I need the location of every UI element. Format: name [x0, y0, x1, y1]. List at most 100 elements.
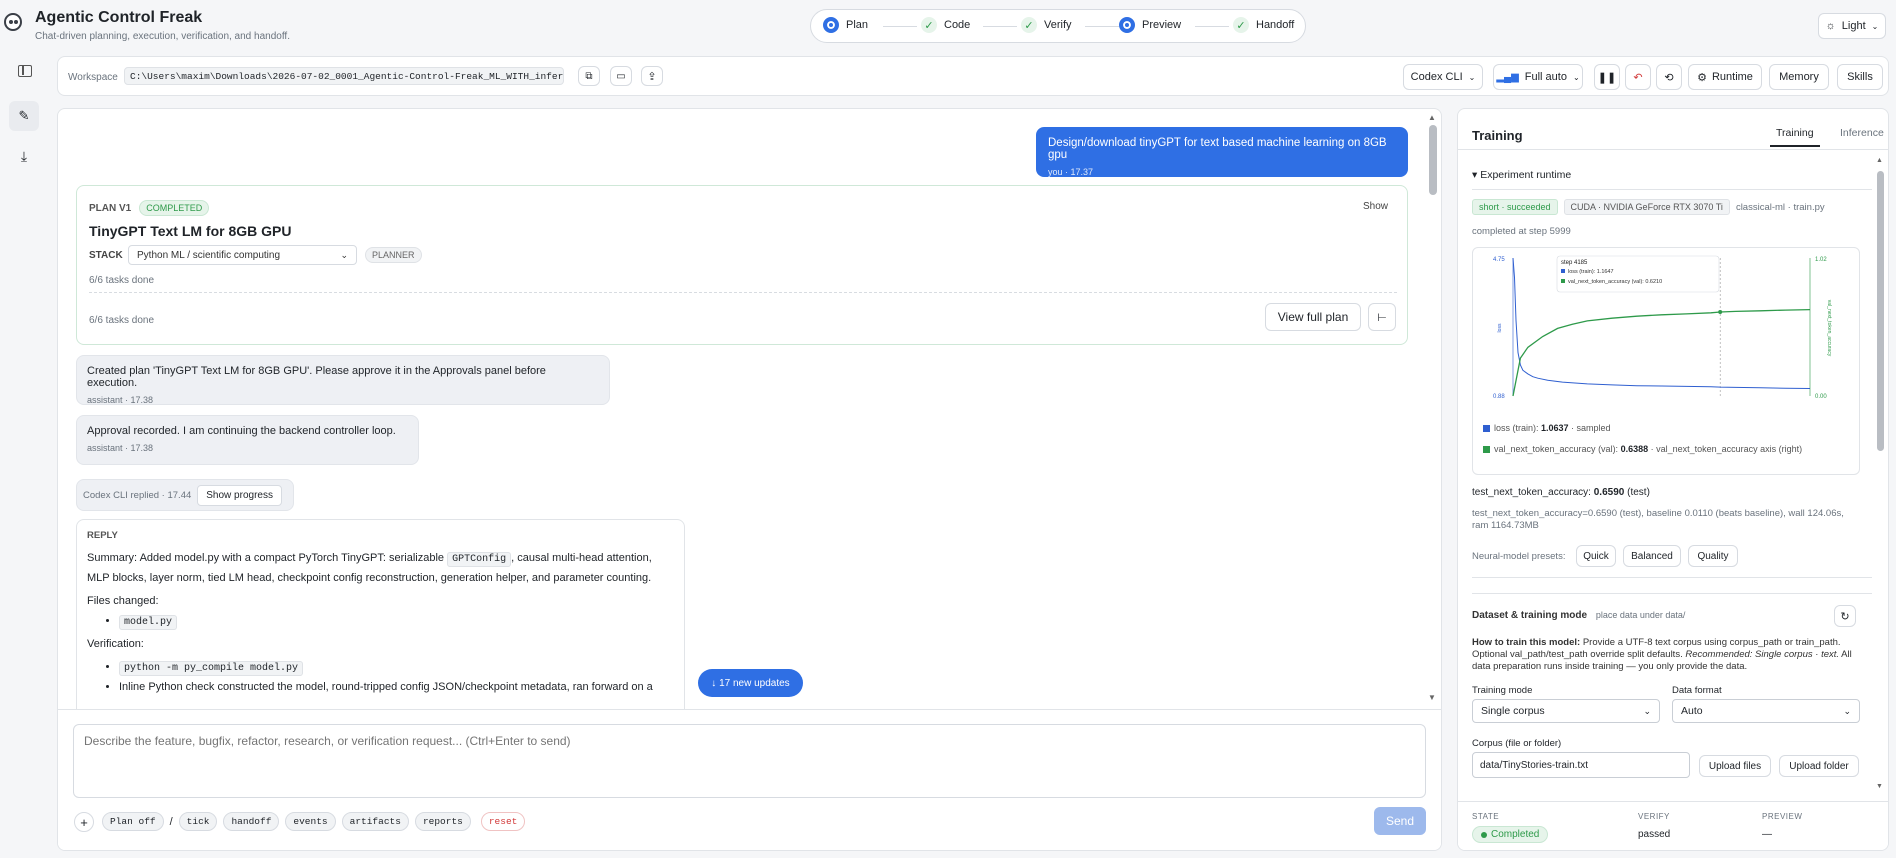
new-updates-button[interactable]: ↓ 17 new updates [698, 669, 803, 697]
y-left-top-tick: 4.75 [1493, 257, 1505, 263]
check-icon: ✓ [1233, 17, 1249, 33]
corpus-label: Corpus (file or folder) [1472, 738, 1562, 749]
signal-bars-icon: ▂▄▆ [1496, 71, 1519, 83]
assistant-message-text: Created plan 'TinyGPT Text LM for 8GB GP… [87, 365, 546, 389]
legend-swatch [1483, 424, 1490, 432]
chevron-down-icon: ⌄ [1572, 72, 1580, 82]
workspace-label: Workspace [68, 72, 118, 83]
legend-loss: loss (train): 1.0637 · sampled [1483, 423, 1611, 433]
pause-icon: ❚❚ [1597, 71, 1617, 84]
corpus-input[interactable]: data/TinyStories-train.txt [1472, 752, 1690, 778]
workspace-path-input[interactable]: C:\Users\maxim\Downloads\2026-07-02_0001… [124, 67, 564, 85]
chip-tick[interactable]: tick [178, 812, 218, 831]
folder-icon: ▭ [616, 70, 626, 82]
chip-events[interactable]: events [285, 812, 336, 831]
dataset-title: Dataset & training mode place data under… [1472, 610, 1686, 621]
files-list: model.py [119, 615, 674, 630]
chevron-down-icon: ⌄ [340, 249, 348, 260]
stack-select[interactable]: Python ML / scientific computing ⌄ [128, 245, 357, 265]
tasks-done-bottom: 6/6 tasks done [89, 315, 155, 326]
chip-reset[interactable]: reset [480, 812, 526, 831]
add-attachment-button[interactable]: + [74, 812, 94, 832]
runtime-button[interactable]: ⚙ Runtime [1688, 64, 1762, 90]
assistant-message: Created plan 'TinyGPT Text LM for 8GB GP… [76, 355, 610, 405]
training-chart-card: 4.75 0.88 1.02 0.00 loss val_next_token_… [1472, 247, 1860, 475]
step-handoff[interactable]: ✓ Handoff [1233, 17, 1294, 33]
plan-card: PLAN V1 COMPLETED Show TinyGPT Text LM f… [76, 185, 1408, 345]
chip-artifacts[interactable]: artifacts [341, 812, 409, 831]
app-logo-icon [4, 13, 22, 31]
chip-reports[interactable]: reports [414, 812, 471, 831]
agent-select[interactable]: Codex CLI ⌄ [1403, 64, 1483, 90]
user-message: Design/download tinyGPT for text based m… [1036, 127, 1408, 177]
training-chart[interactable]: 4.75 0.88 1.02 0.00 loss val_next_token_… [1473, 248, 1859, 408]
copy-path-button[interactable]: ⧉ [578, 66, 600, 86]
preset-quick-button[interactable]: Quick [1576, 545, 1616, 567]
tooltip-step: step 4185 [1561, 260, 1588, 266]
series-line-accuracy [1512, 308, 1811, 397]
pause-button[interactable]: ❚❚ [1594, 64, 1620, 90]
state-badge: Completed [1472, 826, 1549, 843]
assistant-message-meta: assistant · 17.38 [87, 395, 154, 405]
y-right-bottom-tick: 0.00 [1815, 394, 1827, 400]
download-icon[interactable]: ⤓ [9, 141, 39, 171]
y-right-axis-label: val_next_token_accuracy [1826, 300, 1832, 357]
sidebar-toggle-icon[interactable] [18, 65, 32, 77]
reply-summary: Summary: Added model.py with a compact P… [87, 552, 652, 584]
plan-branch-button[interactable]: ⊢ [1368, 303, 1396, 331]
step-label: Plan [846, 19, 869, 31]
run-status-badge: short · succeeded [1472, 199, 1558, 215]
panel-scrollbar[interactable]: ▲ ▼ [1874, 157, 1886, 797]
legend-accuracy: val_next_token_accuracy (val): 0.6388 · … [1483, 444, 1802, 454]
plan-show-toggle[interactable]: Show [1363, 201, 1388, 212]
app-title: Agentic Control Freak [35, 9, 203, 26]
chip-plan-off[interactable]: Plan off [102, 812, 164, 831]
history-icon: ⟲ [1664, 71, 1674, 84]
step-label: Verify [1044, 19, 1072, 31]
mode-select[interactable]: ▂▄▆ Full auto ⌄ [1493, 64, 1583, 90]
refresh-icon: ↻ [1840, 610, 1850, 623]
open-folder-button[interactable]: ▭ [610, 66, 632, 86]
chip-handoff[interactable]: handoff [223, 812, 280, 831]
refresh-dataset-button[interactable]: ↻ [1834, 605, 1856, 627]
step-plan[interactable]: Plan [823, 17, 868, 33]
gpu-badge: CUDA · NVIDIA GeForce RTX 3070 Ti [1563, 199, 1730, 215]
step-code[interactable]: ✓ Code [921, 17, 970, 33]
upload-files-button[interactable]: Upload files [1699, 755, 1771, 777]
sun-icon: ☼ [1825, 20, 1836, 32]
history-button[interactable]: ⟲ [1656, 64, 1682, 90]
memory-button[interactable]: Memory [1769, 64, 1829, 90]
copy-icon: ⧉ [585, 70, 593, 82]
upload-icon: ⇪ [647, 70, 657, 83]
tab-inference[interactable]: Inference [1834, 125, 1888, 145]
step-preview[interactable]: Preview [1119, 17, 1181, 33]
skills-button[interactable]: Skills [1837, 64, 1883, 90]
show-progress-button[interactable]: Show progress [197, 484, 282, 506]
tab-training[interactable]: Training [1770, 125, 1820, 147]
status-footer: STATE Completed VERIFY passed PREVIEW — [1458, 801, 1888, 850]
upload-folder-button[interactable]: Upload folder [1779, 755, 1859, 777]
preview-label: PREVIEW [1762, 812, 1803, 821]
user-message-text: Design/download tinyGPT for text based m… [1048, 137, 1387, 161]
test-accuracy: test_next_token_accuracy: 0.6590 (test) [1472, 487, 1650, 498]
code-snippet: GPTConfig [447, 552, 512, 567]
run-meta: classical-ml · train.py [1735, 201, 1825, 213]
step-verify[interactable]: ✓ Verify [1021, 17, 1072, 33]
state-label: STATE [1472, 812, 1500, 821]
data-format-select[interactable]: Auto ⌄ [1672, 699, 1860, 723]
theme-toggle[interactable]: ☼ Light ⌄ [1818, 13, 1886, 39]
composer-input[interactable] [73, 724, 1426, 798]
completed-at: completed at step 5999 [1472, 226, 1571, 237]
panel-title: Training [1472, 128, 1523, 143]
view-full-plan-button[interactable]: View full plan [1265, 303, 1361, 331]
edit-icon[interactable]: ✎ [9, 101, 39, 131]
preset-quality-button[interactable]: Quality [1688, 545, 1738, 567]
section-experiment-runtime[interactable]: ▾ Experiment runtime [1472, 169, 1571, 181]
chat-scrollbar[interactable]: ▲ ▼ [1426, 109, 1440, 709]
training-mode-select[interactable]: Single corpus ⌄ [1472, 699, 1660, 723]
send-button[interactable]: Send [1374, 807, 1426, 835]
preset-balanced-button[interactable]: Balanced [1623, 545, 1681, 567]
undo-button[interactable]: ↶ [1625, 64, 1651, 90]
legend-swatch [1483, 445, 1490, 453]
upload-button[interactable]: ⇪ [641, 66, 663, 86]
